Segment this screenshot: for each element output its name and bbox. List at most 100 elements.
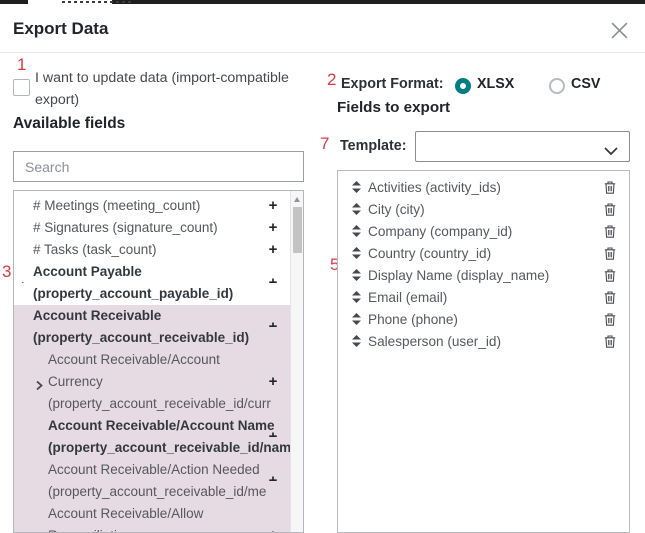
add-field-button[interactable]: + bbox=[266, 239, 280, 261]
available-field-line[interactable]: Reconciliation+ bbox=[14, 525, 290, 533]
fields-to-export-heading: Fields to export bbox=[337, 99, 450, 116]
add-field-button[interactable]: + bbox=[266, 371, 280, 393]
available-field-line[interactable]: Currency+ bbox=[14, 371, 290, 393]
field-label: Reconciliation bbox=[14, 525, 290, 533]
field-label: # Tasks (task_count) bbox=[14, 239, 290, 261]
available-field-line[interactable]: Account Receivable/Allow bbox=[14, 503, 290, 525]
available-field-line[interactable]: (property_account_receivable_id) bbox=[14, 327, 290, 349]
drag-handle-icon[interactable] bbox=[351, 225, 362, 237]
drag-handle-icon[interactable] bbox=[351, 203, 362, 215]
export-field-label: Salesperson (user_id) bbox=[368, 334, 604, 349]
export-field-row[interactable]: Activities (activity_ids) bbox=[338, 176, 629, 198]
field-label: (property_account_receivable_id/nam bbox=[14, 437, 290, 459]
available-field-line[interactable]: (property_account_receivable_id/nam bbox=[14, 437, 290, 459]
chevron-down-icon bbox=[604, 143, 618, 161]
field-label: (property_account_receivable_id/me bbox=[14, 481, 290, 503]
field-label: (property_account_receivable_id) bbox=[14, 327, 290, 349]
export-field-row[interactable]: Email (email) bbox=[338, 286, 629, 308]
export-field-label: Company (company_id) bbox=[368, 224, 604, 239]
available-field-line[interactable]: Account Receivable/Account bbox=[14, 349, 290, 371]
available-field-line[interactable]: # Signatures (signature_count)+ bbox=[14, 217, 290, 239]
field-group: # Meetings (meeting_count)+# Signatures … bbox=[14, 195, 290, 305]
trash-icon[interactable] bbox=[604, 313, 616, 326]
available-field-line[interactable]: Account Receivable/Account Name+ bbox=[14, 415, 290, 437]
add-field-button[interactable]: + bbox=[266, 470, 280, 481]
field-label: # Signatures (signature_count) bbox=[14, 217, 290, 239]
add-field-button[interactable]: + bbox=[266, 195, 280, 217]
scroll-up-icon[interactable] bbox=[294, 197, 300, 202]
trash-icon[interactable] bbox=[604, 247, 616, 260]
radio-csv-label[interactable]: CSV bbox=[571, 76, 600, 92]
update-data-label[interactable]: I want to update data (import-compatible… bbox=[35, 67, 307, 111]
drag-handle-icon[interactable] bbox=[351, 247, 362, 259]
scrollbar-thumb[interactable] bbox=[293, 207, 302, 253]
add-field-button[interactable]: + bbox=[266, 426, 280, 437]
available-field-line[interactable]: Account Receivable/Action Needed+ bbox=[14, 459, 290, 481]
field-label: (property_account_receivable_id/curr bbox=[14, 393, 290, 415]
export-field-row[interactable]: Salesperson (user_id) bbox=[338, 330, 629, 352]
field-label: Account Receivable/Account Name bbox=[14, 415, 290, 437]
close-button[interactable] bbox=[611, 22, 629, 40]
trash-icon[interactable] bbox=[604, 181, 616, 194]
trash-icon[interactable] bbox=[604, 335, 616, 348]
available-field-line[interactable]: # Tasks (task_count)+ bbox=[14, 239, 290, 261]
template-select[interactable] bbox=[415, 131, 630, 162]
search-input[interactable] bbox=[13, 151, 304, 182]
annotation-7: 7 bbox=[320, 135, 329, 152]
export-field-label: City (city) bbox=[368, 202, 604, 217]
drag-handle-icon[interactable] bbox=[351, 181, 362, 193]
field-label: Account Receivable/Allow bbox=[14, 503, 290, 525]
scrollbar[interactable] bbox=[290, 191, 303, 532]
background-page-edge bbox=[0, 0, 645, 4]
available-fields-list: # Meetings (meeting_count)+# Signatures … bbox=[13, 190, 304, 533]
add-field-button[interactable]: + bbox=[266, 272, 280, 283]
radio-csv[interactable] bbox=[549, 78, 565, 94]
drag-handle-icon[interactable] bbox=[351, 313, 362, 325]
radio-selected-icon bbox=[455, 78, 471, 94]
field-label: (property_account_payable_id) bbox=[14, 283, 290, 305]
trash-icon[interactable] bbox=[604, 269, 616, 282]
dialog-title: Export Data bbox=[13, 19, 108, 39]
add-field-button[interactable]: + bbox=[266, 525, 280, 533]
export-field-row[interactable]: Country (country_id) bbox=[338, 242, 629, 264]
annotation-2: 2 bbox=[327, 71, 336, 88]
update-data-checkbox[interactable] bbox=[13, 79, 30, 96]
available-field-line[interactable]: Account Payable+ bbox=[14, 261, 290, 283]
export-field-row[interactable]: City (city) bbox=[338, 198, 629, 220]
available-field-line[interactable]: (property_account_receivable_id/me bbox=[14, 481, 290, 503]
field-group-expanded-highlight: Account Receivable+(property_account_rec… bbox=[14, 305, 290, 533]
field-label: Account Receivable/Account bbox=[14, 349, 290, 371]
export-format-label: Export Format: bbox=[341, 76, 443, 92]
template-label: Template: bbox=[340, 138, 406, 154]
export-field-label: Display Name (display_name) bbox=[368, 268, 604, 283]
drag-handle-icon[interactable] bbox=[351, 269, 362, 281]
header-divider bbox=[0, 52, 645, 53]
export-field-label: Phone (phone) bbox=[368, 312, 604, 327]
fields-to-export-list: Activities (activity_ids) City (city) Comp… bbox=[337, 170, 630, 533]
available-field-line[interactable]: (property_account_receivable_id/curr bbox=[14, 393, 290, 415]
available-fields-content: # Meetings (meeting_count)+# Signatures … bbox=[14, 191, 290, 533]
export-field-label: Country (country_id) bbox=[368, 246, 604, 261]
export-field-row[interactable]: Phone (phone) bbox=[338, 308, 629, 330]
available-field-line[interactable]: # Meetings (meeting_count)+ bbox=[14, 195, 290, 217]
available-field-line[interactable]: Account Receivable+ bbox=[14, 305, 290, 327]
field-label: # Meetings (meeting_count) bbox=[14, 195, 290, 217]
export-dialog: { "dialog": { "title": "Export Data" }, … bbox=[0, 0, 645, 533]
available-fields-heading: Available fields bbox=[13, 115, 125, 133]
background-page-dashes bbox=[62, 1, 134, 3]
drag-handle-icon[interactable] bbox=[351, 335, 362, 347]
radio-xlsx[interactable] bbox=[455, 78, 471, 94]
trash-icon[interactable] bbox=[604, 203, 616, 216]
radio-xlsx-label[interactable]: XLSX bbox=[477, 76, 514, 92]
add-field-button[interactable]: + bbox=[266, 217, 280, 239]
export-field-label: Activities (activity_ids) bbox=[368, 180, 604, 195]
trash-icon[interactable] bbox=[604, 291, 616, 304]
export-field-row[interactable]: Company (company_id) bbox=[338, 220, 629, 242]
drag-handle-icon[interactable] bbox=[351, 291, 362, 303]
annotation-1: 1 bbox=[17, 56, 26, 73]
trash-icon[interactable] bbox=[604, 225, 616, 238]
export-field-row[interactable]: Display Name (display_name) bbox=[338, 264, 629, 286]
available-field-line[interactable]: (property_account_payable_id) bbox=[14, 283, 290, 305]
chevron-right-icon[interactable] bbox=[34, 376, 45, 387]
add-field-button[interactable]: + bbox=[266, 316, 280, 327]
